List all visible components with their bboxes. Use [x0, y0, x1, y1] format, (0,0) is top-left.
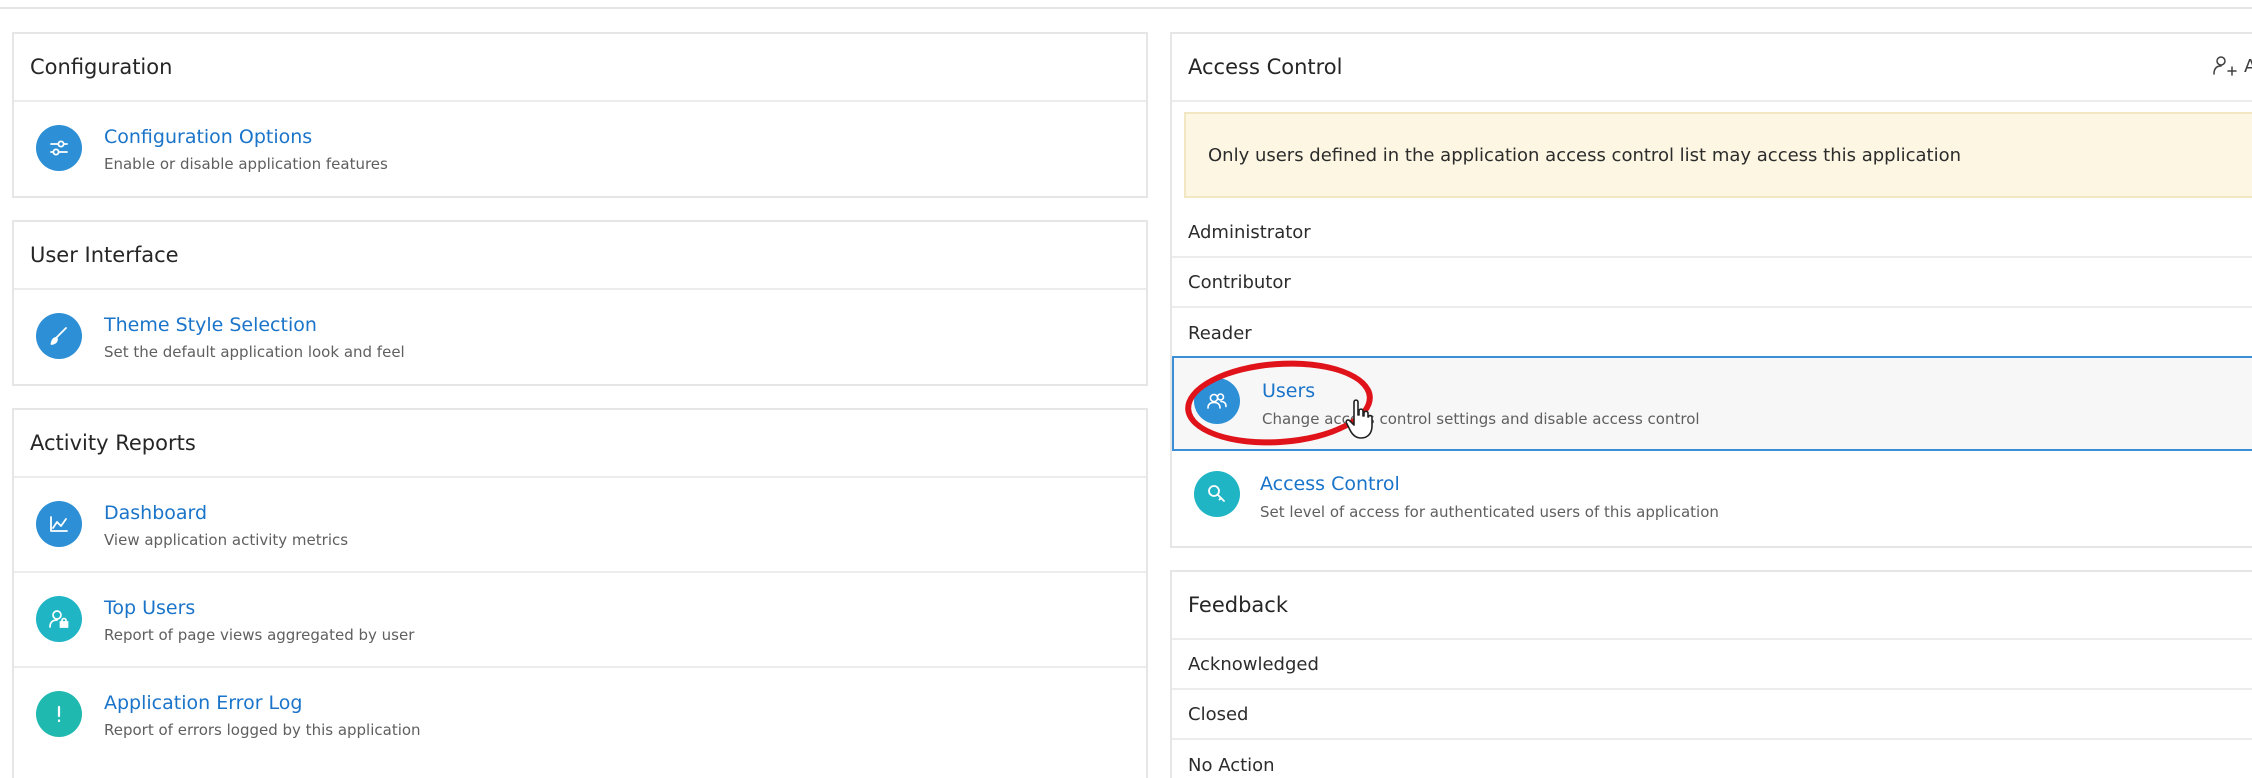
add-user-icon — [2213, 56, 2237, 76]
media-title[interactable]: Users — [1262, 380, 1315, 402]
feedback-closed[interactable]: Closed — [1172, 690, 2252, 740]
region-title: Feedback — [1188, 593, 1289, 617]
role-administrator[interactable]: Administrator — [1172, 208, 2252, 258]
access-control-region: Access Control A Only users defined in t… — [1170, 32, 2252, 548]
media-title[interactable]: Top Users — [104, 597, 195, 619]
feedback-region: Feedback Acknowledged Closed No Action — [1170, 570, 2252, 778]
user-interface-region: User Interface Theme Style Selection Set… — [12, 220, 1148, 386]
region-title: Activity Reports — [30, 431, 196, 455]
user-interface-header: User Interface — [14, 222, 1146, 290]
feedback-header: Feedback — [1172, 572, 2252, 640]
page: Configuration Configuration Options Enab… — [0, 0, 2252, 778]
media-title[interactable]: Theme Style Selection — [104, 314, 317, 336]
user-lock-icon — [36, 596, 82, 642]
media-title[interactable]: Access Control — [1260, 473, 1400, 495]
region-title: Access Control — [1188, 55, 1343, 79]
feedback-acknowledged[interactable]: Acknowledged — [1172, 640, 2252, 690]
key-icon — [1194, 471, 1240, 517]
feedback-no-action[interactable]: No Action — [1172, 740, 2252, 778]
media-description: Report of errors logged by this applicat… — [104, 721, 421, 739]
application-error-log-item[interactable]: Application Error Log Report of errors l… — [14, 668, 1146, 763]
access-control-header: Access Control A — [1172, 34, 2252, 102]
configuration-region: Configuration Configuration Options Enab… — [12, 32, 1148, 198]
add-user-button[interactable]: A — [2212, 54, 2252, 78]
media-description: View application activity metrics — [104, 531, 349, 549]
role-reader[interactable]: Reader — [1172, 308, 2252, 358]
configuration-header: Configuration — [14, 34, 1146, 102]
top-users-item[interactable]: Top Users Report of page views aggregate… — [14, 573, 1146, 668]
region-title: User Interface — [30, 243, 179, 267]
activity-reports-header: Activity Reports — [14, 410, 1146, 478]
media-description: Set the default application look and fee… — [104, 343, 405, 361]
media-title[interactable]: Configuration Options — [104, 126, 312, 148]
media-description: Set level of access for authenticated us… — [1260, 503, 1719, 521]
chart-icon — [36, 501, 82, 547]
users-icon — [1194, 378, 1240, 424]
exclamation-icon — [36, 691, 82, 737]
media-description: Change access control settings and disab… — [1262, 410, 1700, 428]
access-control-item[interactable]: Access Control Set level of access for a… — [1172, 451, 2252, 546]
add-user-label: A — [2244, 56, 2252, 77]
users-item[interactable]: Users Change access control settings and… — [1172, 356, 2252, 451]
media-title[interactable]: Dashboard — [104, 502, 207, 524]
role-contributor[interactable]: Contributor — [1172, 258, 2252, 308]
brush-icon — [36, 313, 82, 359]
access-control-alert: Only users defined in the application ac… — [1184, 112, 2252, 198]
region-title: Configuration — [30, 55, 173, 79]
sliders-icon — [36, 125, 82, 171]
media-description: Enable or disable application features — [104, 155, 388, 173]
activity-reports-region: Activity Reports Dashboard View applicat… — [12, 408, 1148, 778]
configuration-options-item[interactable]: Configuration Options Enable or disable … — [14, 102, 1146, 196]
dashboard-item[interactable]: Dashboard View application activity metr… — [14, 478, 1146, 573]
media-description: Report of page views aggregated by user — [104, 626, 415, 644]
media-title[interactable]: Application Error Log — [104, 692, 303, 714]
top-divider — [0, 7, 2252, 9]
theme-style-selection-item[interactable]: Theme Style Selection Set the default ap… — [14, 290, 1146, 384]
